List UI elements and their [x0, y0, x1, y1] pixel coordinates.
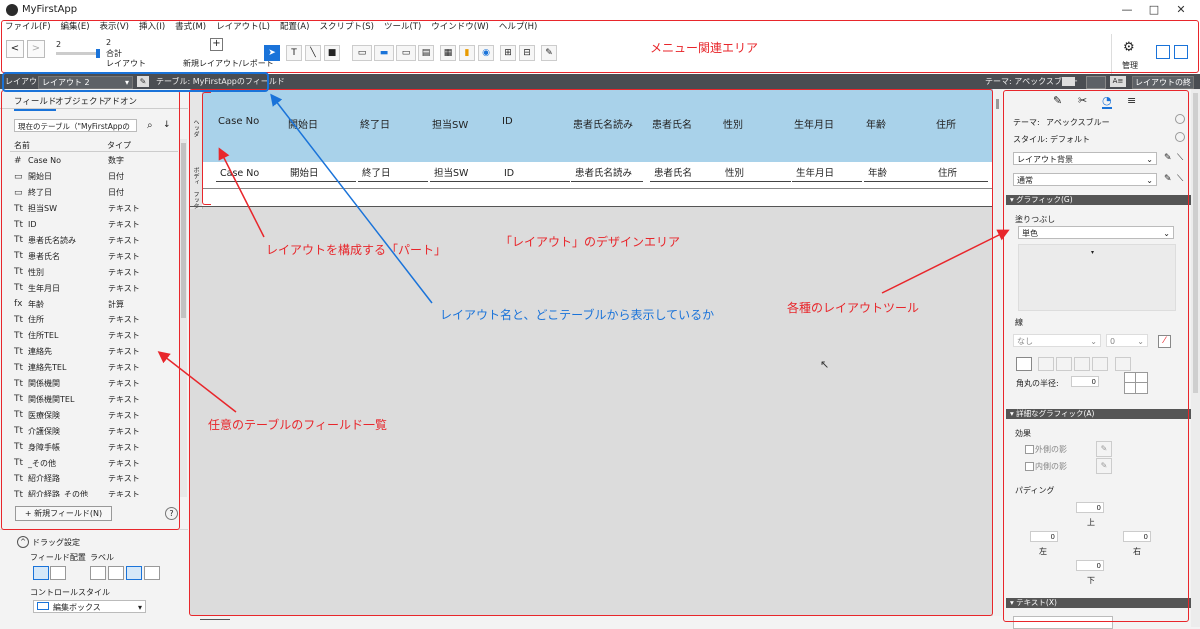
layout-name-arrow: [270, 93, 433, 304]
parts-arrow: [218, 147, 265, 238]
tools-arrow: [881, 229, 1010, 294]
annotation-arrows: [157, 93, 1010, 413]
fields-arrow: [157, 351, 237, 413]
